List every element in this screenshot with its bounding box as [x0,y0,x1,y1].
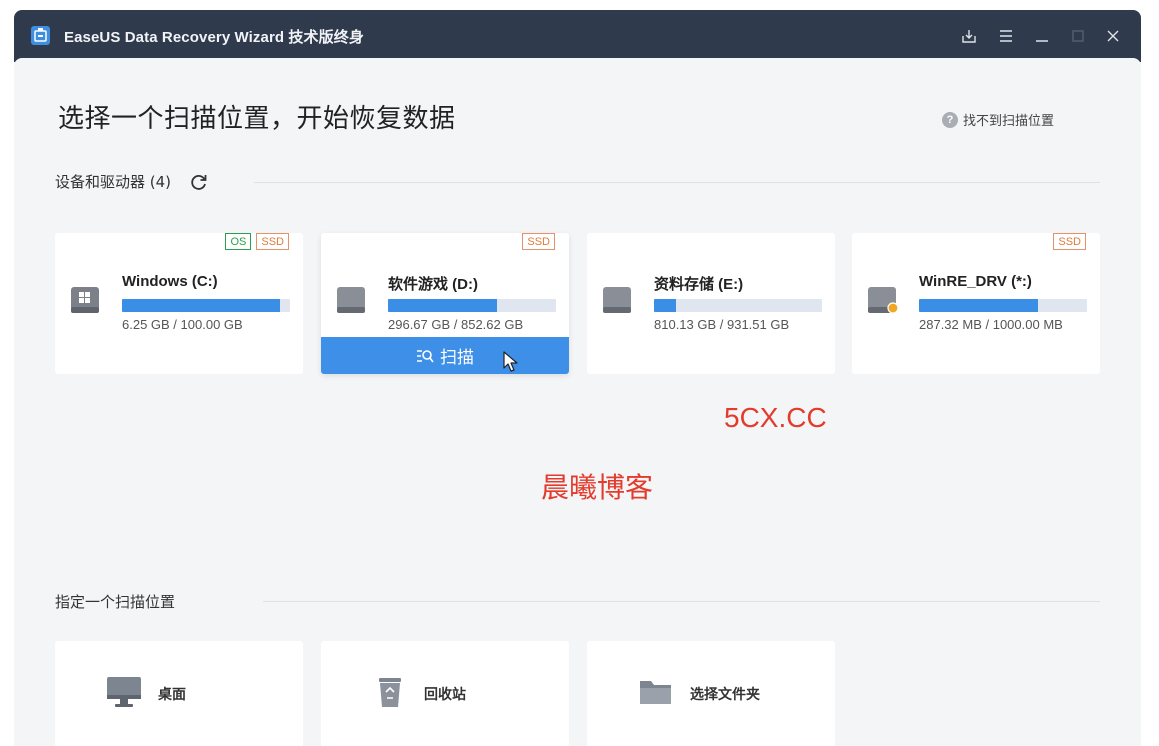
os-badge: OS [225,233,252,250]
recycle-bin-icon [379,678,401,707]
ssd-badge: SSD [256,233,289,250]
drive-usage-bar [919,299,1087,312]
locations-section-label: 指定一个扫描位置 [55,593,176,611]
hard-drive-icon [337,287,365,313]
drive-badges: SSD [1053,233,1086,250]
devices-section-label: 设备和驱动器 (4) [55,173,172,191]
recovery-drive-icon [868,287,898,314]
drive-card-e[interactable]: 资料存储 (E:) 810.13 GB / 931.51 GB [587,233,835,374]
drive-card-winre[interactable]: SSD WinRE_DRV (*:) 287.32 MB / 1000.00 M… [852,233,1100,374]
main-content: 选择一个扫描位置，开始恢复数据 ? 找不到扫描位置 设备和驱动器 (4) OS … [14,58,1141,746]
app-title: EaseUS Data Recovery Wizard 技术版终身 [64,29,364,46]
drive-usage-bar [654,299,822,312]
drive-usage-fill [654,299,676,312]
drive-badges: SSD [522,233,555,250]
app-logo-icon [31,26,50,45]
drive-size: 810.13 GB / 931.51 GB [654,317,790,332]
location-label: 桌面 [158,687,186,703]
drive-card-d[interactable]: SSD 软件游戏 (D:) 296.67 GB / 852.62 GB 扫描 [321,233,569,374]
menu-icon[interactable] [997,27,1015,45]
drive-size: 296.67 GB / 852.62 GB [388,317,524,332]
scan-button[interactable]: 扫描 [321,337,569,374]
devices-divider [254,182,1100,183]
download-icon[interactable] [960,27,978,45]
ssd-badge: SSD [522,233,555,250]
drive-usage-bar [388,299,556,312]
help-link-label: 找不到扫描位置 [963,114,1055,129]
location-recycle-bin[interactable]: 回收站 [321,641,569,746]
drive-usage-fill [388,299,498,312]
location-desktop[interactable]: 桌面 [55,641,303,746]
desktop-icon [107,677,141,707]
maximize-icon[interactable] [1069,27,1087,45]
drive-usage-bar [122,299,290,312]
drive-usage-fill [919,299,1039,312]
app-window: EaseUS Data Recovery Wizard 技术版终身 选择一个扫描… [14,10,1141,746]
drive-name: WinRE_DRV (*:) [919,273,1032,290]
mouse-cursor-icon [503,351,518,372]
refresh-icon[interactable] [189,172,209,192]
drive-name: 资料存储 (E:) [654,276,744,293]
locations-section-header: 指定一个扫描位置 [55,591,175,612]
location-label: 选择文件夹 [690,687,760,703]
ssd-badge: SSD [1053,233,1086,250]
location-label: 回收站 [424,687,466,703]
watermark-site: 5CX.CC [724,402,827,433]
drive-badges: OS SSD [225,233,289,250]
cannot-find-location-link[interactable]: ? 找不到扫描位置 [942,110,1054,129]
scan-button-label: 扫描 [440,348,474,368]
watermark-blog: 晨曦博客 [541,471,654,504]
drive-name: 软件游戏 (D:) [388,276,478,293]
close-icon[interactable] [1104,27,1122,45]
locations-divider [263,601,1100,602]
scan-icon [417,349,434,362]
folder-icon [640,681,671,704]
title-bar: EaseUS Data Recovery Wizard 技术版终身 [14,10,1141,62]
help-icon: ? [942,111,958,128]
location-select-folder[interactable]: 选择文件夹 [587,641,835,746]
minimize-icon[interactable] [1033,27,1051,45]
drive-usage-fill [122,299,280,312]
drive-size: 6.25 GB / 100.00 GB [122,317,243,332]
devices-section-header: 设备和驱动器 (4) [55,171,209,192]
page-title: 选择一个扫描位置，开始恢复数据 [58,104,456,134]
windows-drive-icon [71,287,99,313]
drive-name: Windows (C:) [122,273,218,290]
drive-size: 287.32 MB / 1000.00 MB [919,317,1063,332]
hard-drive-icon [603,287,631,313]
drive-card-c[interactable]: OS SSD Windows (C:) 6.25 GB / 100.00 GB [55,233,303,374]
